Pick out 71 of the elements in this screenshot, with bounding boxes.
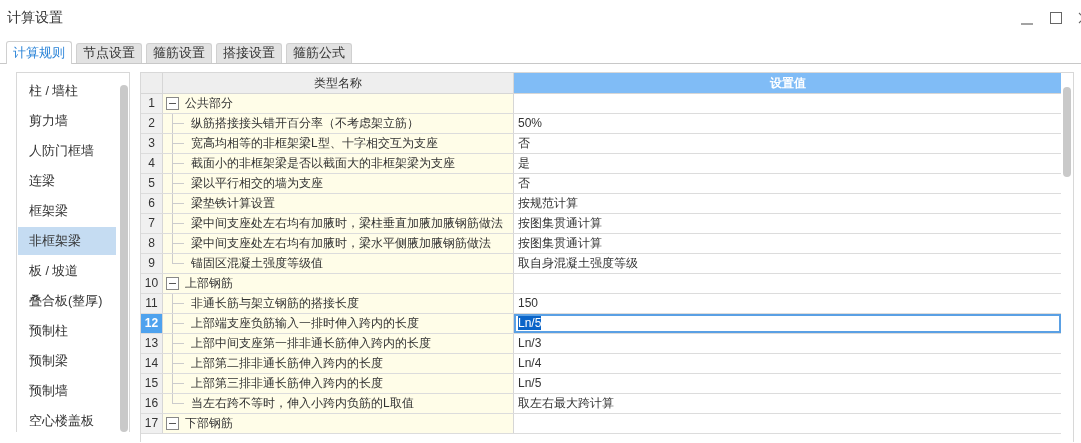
row-number[interactable]: 11 bbox=[141, 294, 163, 313]
value-cell-text: 按图集贯通计算 bbox=[517, 235, 603, 252]
group-label: 下部钢筋 bbox=[185, 415, 233, 432]
collapse-icon[interactable] bbox=[166, 417, 179, 430]
tab[interactable]: 节点设置 bbox=[76, 43, 142, 63]
row-number[interactable]: 2 bbox=[141, 114, 163, 133]
value-input-field[interactable]: Ln/5 bbox=[514, 314, 1061, 333]
row-number[interactable]: 17 bbox=[141, 414, 163, 433]
setting-name: 上部第三排非通长筋伸入跨内的长度 bbox=[191, 375, 383, 392]
value-cell-text: Ln/5 bbox=[517, 375, 543, 392]
row-number[interactable]: 7 bbox=[141, 214, 163, 233]
maximize-icon[interactable] bbox=[1050, 12, 1062, 24]
sidebar-item[interactable]: 预制柱 bbox=[18, 317, 116, 345]
row-number[interactable]: 5 bbox=[141, 174, 163, 193]
sidebar-item[interactable]: 板 / 坡道 bbox=[18, 257, 116, 285]
row-number[interactable]: 14 bbox=[141, 354, 163, 373]
tab[interactable]: 计算规则 bbox=[6, 41, 72, 64]
sidebar-item[interactable]: 框架梁 bbox=[18, 197, 116, 225]
row-number[interactable]: 4 bbox=[141, 154, 163, 173]
row-number[interactable]: 13 bbox=[141, 334, 163, 353]
sidebar-item[interactable]: 空心楼盖板 bbox=[18, 407, 116, 435]
row-number[interactable]: 9 bbox=[141, 254, 163, 273]
value-cell-text: 是 bbox=[517, 155, 531, 172]
setting-name: 梁垫铁计算设置 bbox=[191, 195, 275, 212]
setting-name: 纵筋搭接接头错开百分率（不考虑架立筋） bbox=[191, 115, 419, 132]
row-number[interactable]: 6 bbox=[141, 194, 163, 213]
group-label: 上部钢筋 bbox=[185, 275, 233, 292]
row-number[interactable]: 15 bbox=[141, 374, 163, 393]
setting-name: 梁以平行相交的墙为支座 bbox=[191, 175, 323, 192]
tab[interactable]: 箍筋公式 bbox=[286, 43, 352, 63]
setting-name: 宽高均相等的非框架梁L型、十字相交互为支座 bbox=[191, 135, 438, 152]
row-number[interactable]: 3 bbox=[141, 134, 163, 153]
collapse-icon[interactable] bbox=[166, 277, 179, 290]
window-title: 计算设置 bbox=[7, 9, 63, 27]
setting-name: 梁中间支座处左右均有加腋时，梁水平侧腋加腋钢筋做法 bbox=[191, 235, 491, 252]
sidebar-item[interactable]: 非框架梁 bbox=[18, 227, 116, 255]
setting-name: 上部第二排非通长筋伸入跨内的长度 bbox=[191, 355, 383, 372]
value-cell-text: 按图集贯通计算 bbox=[517, 215, 603, 232]
setting-name: 非通长筋与架立钢筋的搭接长度 bbox=[191, 295, 359, 312]
scrollbar[interactable] bbox=[120, 85, 128, 432]
collapse-icon[interactable] bbox=[166, 97, 179, 110]
value-cell-text: 按规范计算 bbox=[517, 195, 579, 212]
tab[interactable]: 搭接设置 bbox=[216, 43, 282, 63]
setting-name: 当左右跨不等时，伸入小跨内负筋的L取值 bbox=[191, 395, 414, 412]
sidebar-item[interactable]: 柱 / 墙柱 bbox=[18, 77, 116, 105]
group-label: 公共部分 bbox=[185, 95, 233, 112]
row-number[interactable]: 16 bbox=[141, 394, 163, 413]
value-cell-text: 取自身混凝土强度等级 bbox=[517, 255, 639, 272]
tab[interactable]: 箍筋设置 bbox=[146, 43, 212, 63]
row-number[interactable]: 10 bbox=[141, 274, 163, 293]
value-cell-text: 否 bbox=[517, 135, 531, 152]
setting-name: 梁中间支座处左右均有加腋时，梁柱垂直加腋加腋钢筋做法 bbox=[191, 215, 503, 232]
sidebar-item[interactable]: 连梁 bbox=[18, 167, 116, 195]
column-header[interactable]: 类型名称 bbox=[163, 73, 514, 93]
sidebar-item[interactable]: 人防门框墙 bbox=[18, 137, 116, 165]
value-cell-text: Ln/4 bbox=[517, 355, 543, 372]
value-cell-text: 50% bbox=[517, 115, 544, 132]
sidebar-item[interactable]: 预制墙 bbox=[18, 377, 116, 405]
value-cell-text: 取左右最大跨计算 bbox=[517, 395, 615, 412]
value-cell-text: 150 bbox=[517, 295, 540, 312]
value-cell-text: 否 bbox=[517, 175, 531, 192]
sidebar-item[interactable]: 预制梁 bbox=[18, 347, 116, 375]
sidebar-item[interactable]: 剪力墙 bbox=[18, 107, 116, 135]
value-cell-text: Ln/3 bbox=[517, 335, 543, 352]
setting-name: 上部端支座负筋输入一排时伸入跨内的长度 bbox=[191, 315, 419, 332]
sidebar-item[interactable]: 叠合板(整厚) bbox=[18, 287, 116, 315]
row-number[interactable]: 1 bbox=[141, 94, 163, 113]
setting-name: 上部中间支座第一排非通长筋伸入跨内的长度 bbox=[191, 335, 431, 352]
row-number[interactable]: 8 bbox=[141, 234, 163, 253]
setting-name: 锚固区混凝土强度等级值 bbox=[191, 255, 323, 272]
setting-name: 截面小的非框架梁是否以截面大的非框架梁为支座 bbox=[191, 155, 455, 172]
